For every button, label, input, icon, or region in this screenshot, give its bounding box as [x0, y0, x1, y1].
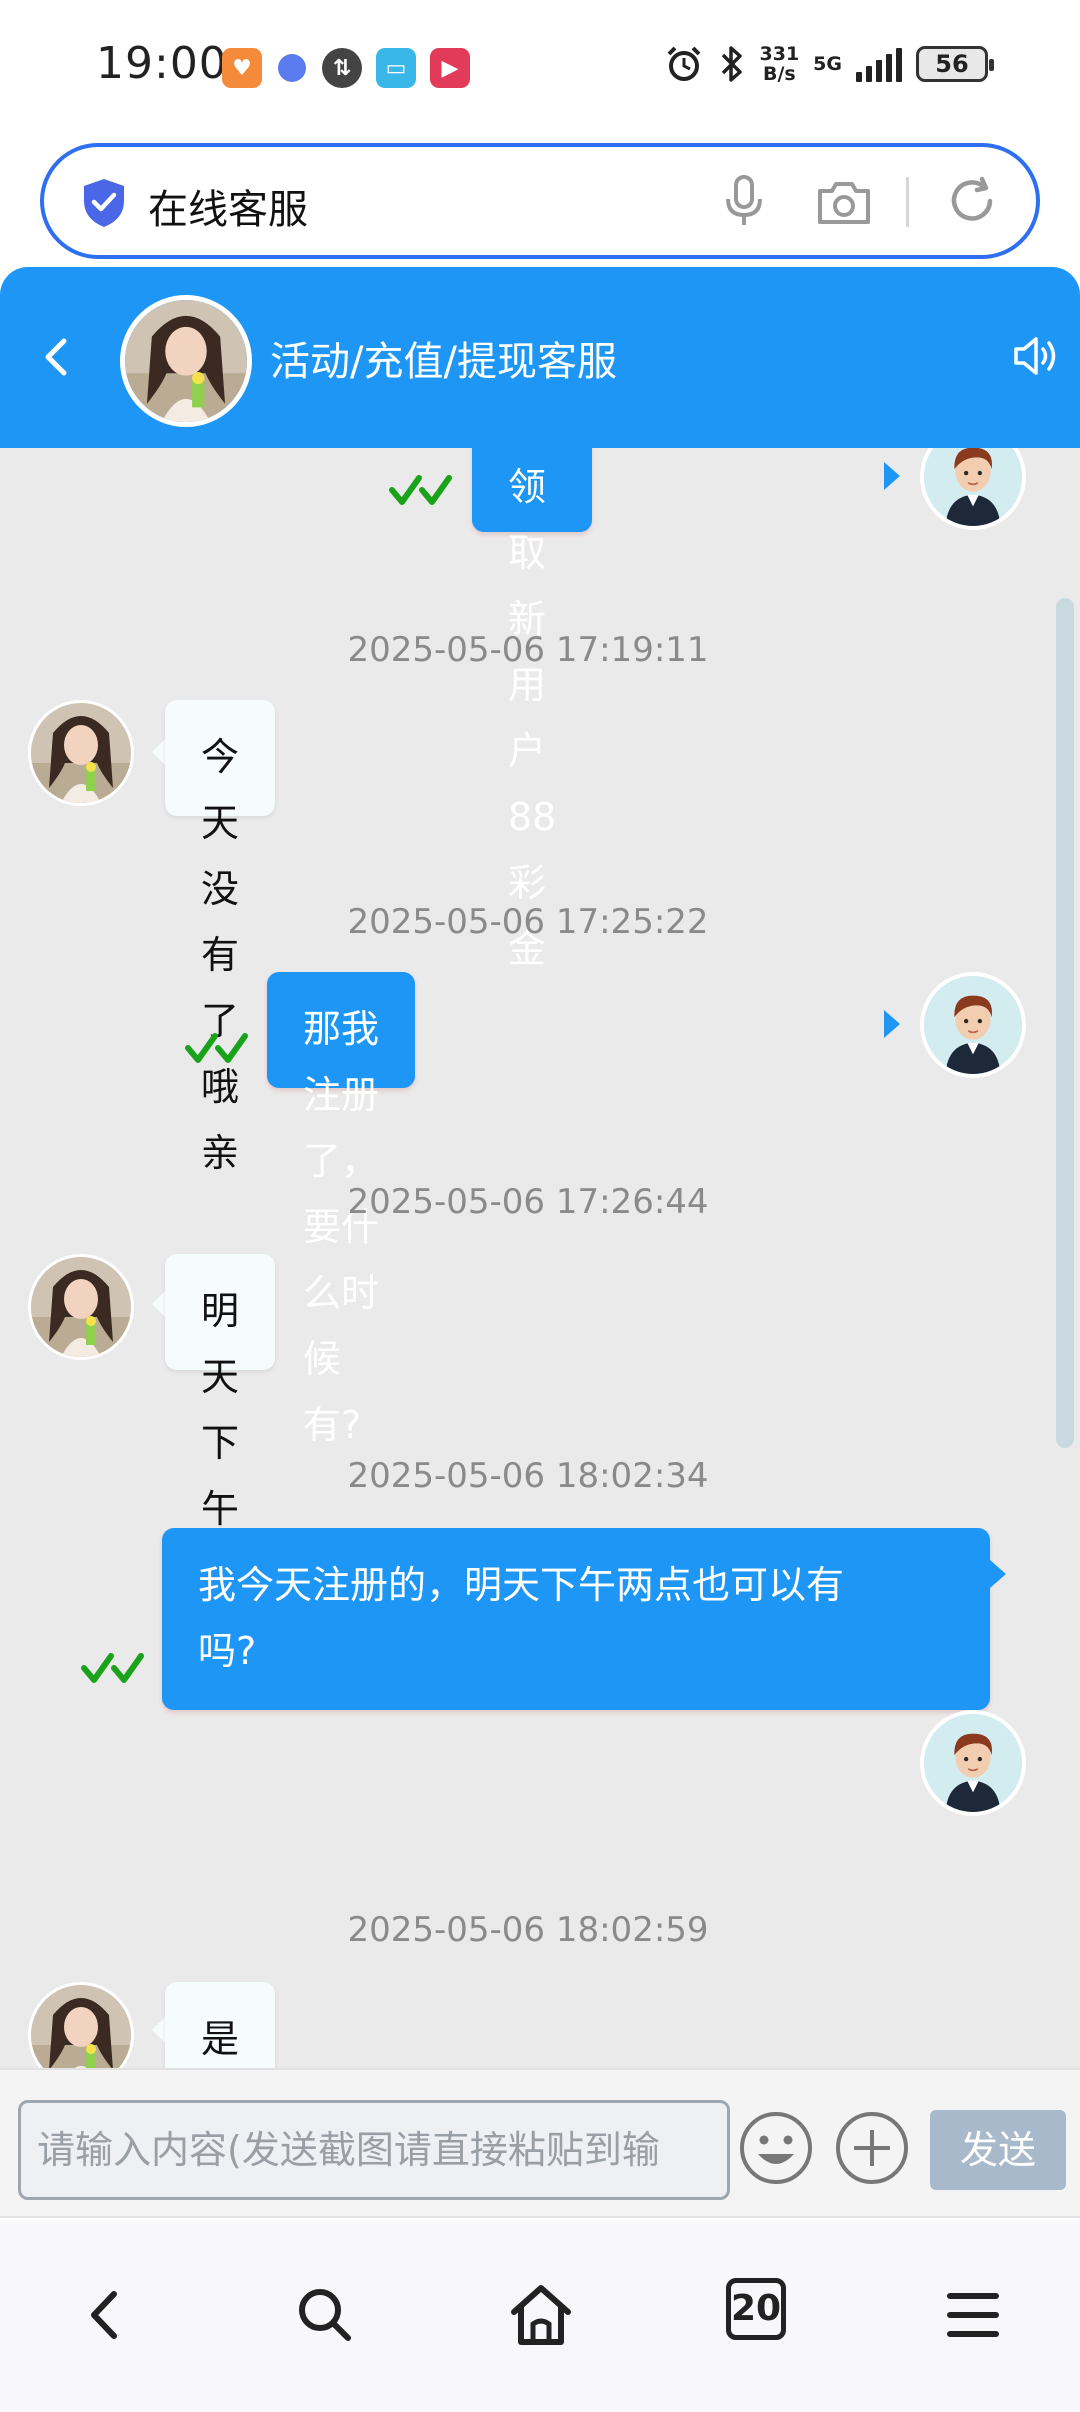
message-bubble[interactable]: 今天没有了哦亲	[165, 700, 276, 1175]
agent-avatar	[28, 1254, 134, 1360]
message-bubble[interactable]: 那我注册了，要什么时候有?	[267, 972, 415, 1447]
message-text: 领取新用户88彩金	[508, 465, 557, 971]
plus-icon[interactable]	[834, 2110, 910, 2186]
heart-app-icon: ♥	[222, 48, 262, 88]
message-bubble[interactable]: 是的亲	[165, 1982, 276, 2068]
signal-icon	[856, 46, 902, 82]
agent-avatar[interactable]	[120, 295, 252, 427]
message-text-line: 我今天注册的，明天下午两点也可以有	[198, 1563, 845, 1607]
message-text-line: 吗?	[198, 1629, 257, 1673]
battery-icon: 56	[916, 46, 994, 82]
message-text: 今天没有了哦亲	[201, 735, 240, 1175]
net-speed: 331 B/s	[760, 44, 800, 84]
alarm-icon	[667, 46, 700, 81]
status-bar: 19:00 ♥ ⇅ ▭ ▶ 331 B/s 5G 56	[0, 0, 1080, 135]
search-bar[interactable]: 在线客服	[40, 143, 1040, 259]
send-button[interactable]: 发送	[930, 2110, 1066, 2190]
network-type: 5G	[813, 53, 842, 75]
bottom-nav: 20	[0, 2220, 1080, 2412]
camera-icon[interactable]	[814, 175, 874, 231]
message-timestamp: 2025-05-06 17:26:44	[347, 1182, 709, 1222]
back-icon[interactable]	[30, 327, 80, 387]
net-speed-unit: B/s	[762, 63, 796, 85]
user-avatar	[920, 1710, 1026, 1816]
scrollbar[interactable]	[1056, 598, 1074, 1448]
home-icon[interactable]	[506, 2280, 576, 2350]
bluetooth-icon	[721, 46, 742, 82]
ball-app-icon	[276, 48, 308, 88]
message-bubble[interactable]: 我今天注册的，明天下午两点也可以有 吗?	[162, 1528, 990, 1710]
refresh-icon[interactable]	[944, 173, 1000, 229]
message-bubble[interactable]: 领取新用户88彩金	[472, 448, 593, 971]
book-app-icon: ▭	[376, 48, 416, 88]
message-timestamp: 2025-05-06 18:02:34	[347, 1456, 709, 1496]
menu-icon[interactable]	[938, 2280, 1008, 2350]
microphone-icon[interactable]	[716, 173, 772, 229]
read-ticks-icon	[386, 470, 456, 510]
message-text: 是的亲	[201, 2017, 240, 2061]
user-avatar	[920, 972, 1026, 1078]
search-icon[interactable]	[290, 2280, 360, 2350]
agent-avatar	[28, 1982, 134, 2068]
read-ticks-icon	[182, 1028, 252, 1068]
net-speed-value: 331	[759, 43, 800, 65]
read-ticks-icon	[78, 1648, 148, 1688]
battery-level: 56	[935, 50, 969, 78]
message-timestamp: 2025-05-06 17:25:22	[347, 902, 709, 942]
message-text: 那我注册了，要什么时候有?	[303, 1007, 380, 1447]
message-bubble[interactable]: 明天下午两点	[165, 1254, 276, 1663]
user-avatar	[920, 448, 1026, 530]
emoji-icon[interactable]	[738, 2110, 814, 2186]
chat-title: 活动/充值/提现客服	[270, 339, 617, 385]
chat-body[interactable]: 领取新用户88彩金 2025-05-06 17:19:11 今天没有了哦亲 20…	[0, 448, 1080, 2068]
input-bar: 请输入内容(发送截图请直接粘贴到输 发送	[0, 2068, 1080, 2218]
message-timestamp: 2025-05-06 18:02:59	[347, 1910, 709, 1950]
notification-icons: ♥ ⇅ ▭ ▶	[222, 48, 470, 88]
message-input[interactable]: 请输入内容(发送截图请直接粘贴到输	[18, 2100, 730, 2200]
system-status: 331 B/s 5G 56	[664, 44, 994, 84]
agent-avatar	[28, 700, 134, 806]
search-text[interactable]: 在线客服	[148, 177, 308, 235]
chat-header: 活动/充值/提现客服	[0, 267, 1080, 448]
video-app-icon: ▶	[430, 48, 470, 88]
shield-icon	[84, 179, 124, 227]
back-icon[interactable]	[70, 2280, 140, 2350]
search-divider	[906, 177, 909, 227]
sync-app-icon: ⇅	[322, 48, 362, 88]
message-timestamp: 2025-05-06 17:19:11	[347, 630, 709, 670]
tabs-icon[interactable]: 20	[726, 2278, 786, 2340]
status-time: 19:00	[96, 38, 228, 89]
speaker-icon[interactable]	[1010, 331, 1060, 381]
